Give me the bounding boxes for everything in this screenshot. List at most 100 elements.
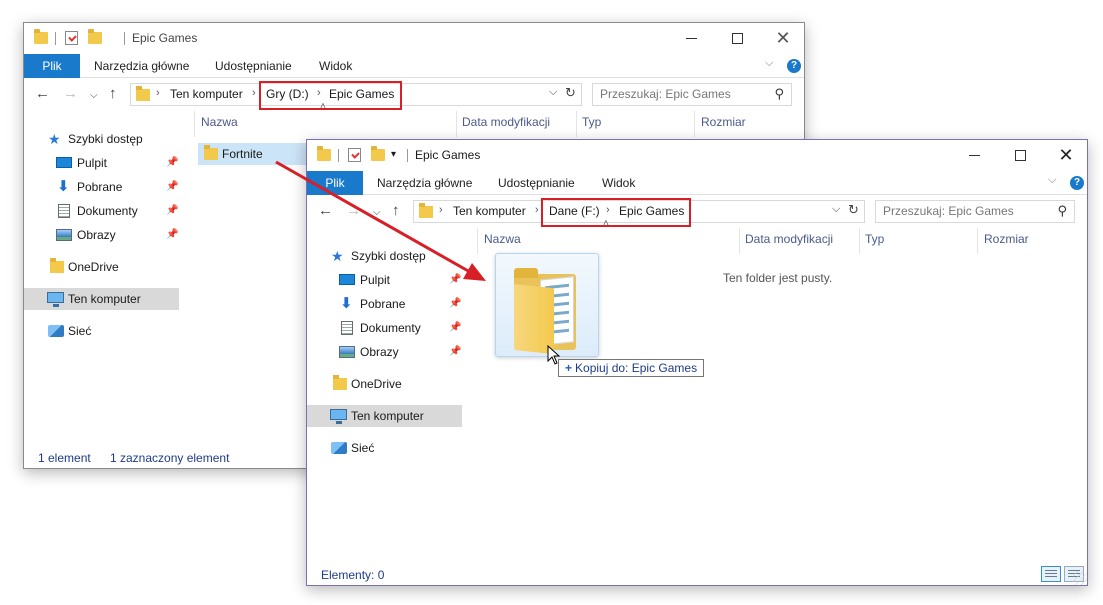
file-row-fortnite[interactable]: Fortnite — [198, 143, 308, 165]
search-placeholder: Przeszukaj: Epic Games — [600, 87, 731, 101]
chevron-right-icon[interactable]: › — [535, 204, 539, 216]
nav-pictures[interactable]: Obrazy 📌 — [339, 341, 463, 363]
help-icon[interactable]: ? — [787, 59, 801, 73]
maximize-button[interactable] — [997, 140, 1043, 171]
nav-onedrive[interactable]: OneDrive — [48, 256, 178, 278]
column-name[interactable]: Nazwa — [484, 232, 521, 246]
tab-share[interactable]: Udostępnianie — [207, 54, 300, 78]
search-icon[interactable]: ⚲ — [1057, 203, 1067, 219]
refresh-icon[interactable]: ↻ — [565, 85, 576, 101]
minimize-button[interactable] — [668, 23, 714, 54]
recent-locations-icon[interactable]: ⌵ — [90, 87, 98, 105]
nav-onedrive[interactable]: OneDrive — [331, 373, 461, 395]
chevron-right-icon[interactable]: › — [439, 204, 443, 216]
nav-network[interactable]: Sieć — [331, 437, 461, 459]
plus-icon: + — [565, 361, 573, 375]
expand-ribbon-icon[interactable]: ⌵ — [1048, 174, 1056, 187]
maximize-button[interactable] — [714, 23, 760, 54]
details-view-icon[interactable] — [1041, 566, 1061, 582]
pin-icon[interactable]: 📌 — [166, 200, 178, 222]
column-size[interactable]: Rozmiar — [984, 232, 1029, 246]
status-item-count: 1 element — [38, 451, 91, 465]
address-bar[interactable]: › Ten komputer › Gry (D:) › Epic Games ⌵… — [130, 83, 582, 106]
chevron-right-icon[interactable]: › — [317, 87, 321, 99]
column-size[interactable]: Rozmiar — [701, 115, 746, 129]
column-date[interactable]: Data modyfikacji — [745, 232, 833, 246]
minimize-button[interactable] — [951, 140, 997, 171]
address-dropdown-icon[interactable]: ⌵ — [549, 86, 557, 99]
help-icon[interactable]: ? — [1070, 176, 1084, 190]
pin-icon[interactable]: 📌 — [166, 176, 178, 198]
separator — [338, 149, 339, 162]
column-headers: ˄ Nazwa Data modyfikacji Typ Rozmiar — [477, 218, 1077, 254]
nav-this-pc[interactable]: Ten komputer — [24, 288, 179, 310]
tab-file[interactable]: Plik — [24, 54, 80, 78]
tab-file[interactable]: Plik — [307, 171, 363, 195]
close-button[interactable]: ✕ — [760, 23, 806, 54]
pin-icon[interactable]: 📌 — [166, 224, 178, 246]
up-arrow-icon[interactable]: ↑ — [109, 85, 117, 103]
title-bar[interactable]: Epic Games ✕ — [24, 23, 804, 54]
nav-documents[interactable]: Dokumenty 📌 — [56, 200, 180, 222]
search-input[interactable]: Przeszukaj: Epic Games ⚲ — [875, 200, 1075, 223]
recent-locations-icon[interactable]: ⌵ — [373, 204, 381, 222]
nav-downloads[interactable]: ⬇ Pobrane 📌 — [56, 176, 180, 198]
explorer-window-front[interactable]: ▾ Epic Games ✕ Plik Narzędzia główne Udo… — [306, 139, 1088, 586]
address-bar[interactable]: › Ten komputer › Dane (F:) › Epic Games … — [413, 200, 865, 223]
properties-icon[interactable] — [348, 148, 361, 162]
chevron-right-icon[interactable]: › — [606, 204, 610, 216]
tab-home[interactable]: Narzędzia główne — [369, 171, 480, 195]
breadcrumb-drive[interactable]: Dane (F:) — [549, 204, 600, 218]
tab-share[interactable]: Udostępnianie — [490, 171, 583, 195]
search-icon[interactable]: ⚲ — [774, 86, 784, 102]
window-title: Epic Games — [132, 31, 198, 45]
properties-icon[interactable] — [65, 31, 78, 45]
address-dropdown-icon[interactable]: ⌵ — [832, 203, 840, 216]
tab-view[interactable]: Widok — [311, 54, 360, 78]
customize-toolbar-icon[interactable]: ▾ — [391, 149, 396, 160]
pin-icon[interactable]: 📌 — [449, 269, 461, 291]
nav-downloads[interactable]: ⬇ Pobrane 📌 — [339, 293, 463, 315]
folder-icon — [34, 29, 48, 44]
forward-arrow-icon[interactable]: → — [63, 85, 78, 103]
column-name[interactable]: Nazwa — [201, 115, 238, 129]
nav-network[interactable]: Sieć — [48, 320, 178, 342]
pin-icon[interactable]: 📌 — [449, 317, 461, 339]
refresh-icon[interactable]: ↻ — [848, 202, 859, 218]
computer-icon — [47, 292, 64, 307]
large-icons-view-icon[interactable] — [1064, 566, 1084, 582]
nav-quick-access[interactable]: ★ Szybki dostęp — [48, 128, 178, 150]
chevron-right-icon[interactable]: › — [252, 87, 256, 99]
document-icon — [341, 321, 353, 335]
breadcrumb-computer[interactable]: Ten komputer — [453, 204, 526, 218]
chevron-right-icon[interactable]: › — [156, 87, 160, 99]
breadcrumb-drive[interactable]: Gry (D:) — [266, 87, 309, 101]
breadcrumb-folder[interactable]: Epic Games — [619, 204, 684, 218]
tab-view[interactable]: Widok — [594, 171, 643, 195]
title-bar[interactable]: ▾ Epic Games ✕ — [307, 140, 1087, 171]
nav-pictures[interactable]: Obrazy 📌 — [56, 224, 180, 246]
pin-icon[interactable]: 📌 — [449, 341, 461, 363]
pin-icon[interactable]: 📌 — [449, 293, 461, 315]
back-arrow-icon[interactable]: ← — [318, 202, 333, 220]
column-type[interactable]: Typ — [865, 232, 884, 246]
nav-desktop[interactable]: Pulpit 📌 — [339, 269, 463, 291]
search-input[interactable]: Przeszukaj: Epic Games ⚲ — [592, 83, 792, 106]
close-button[interactable]: ✕ — [1043, 140, 1089, 171]
nav-desktop[interactable]: Pulpit 📌 — [56, 152, 180, 174]
nav-this-pc[interactable]: Ten komputer — [307, 405, 462, 427]
new-folder-icon[interactable] — [88, 29, 102, 44]
column-type[interactable]: Typ — [582, 115, 601, 129]
nav-documents[interactable]: Dokumenty 📌 — [339, 317, 463, 339]
expand-ribbon-icon[interactable]: ⌵ — [765, 57, 773, 70]
back-arrow-icon[interactable]: ← — [35, 85, 50, 103]
nav-quick-access[interactable]: ★ Szybki dostęp — [331, 245, 461, 267]
new-folder-icon[interactable] — [371, 146, 385, 161]
forward-arrow-icon[interactable]: → — [346, 202, 361, 220]
tab-home[interactable]: Narzędzia główne — [86, 54, 197, 78]
breadcrumb-folder[interactable]: Epic Games — [329, 87, 394, 101]
column-date[interactable]: Data modyfikacji — [462, 115, 550, 129]
pin-icon[interactable]: 📌 — [166, 152, 178, 174]
breadcrumb-computer[interactable]: Ten komputer — [170, 87, 243, 101]
up-arrow-icon[interactable]: ↑ — [392, 202, 400, 220]
